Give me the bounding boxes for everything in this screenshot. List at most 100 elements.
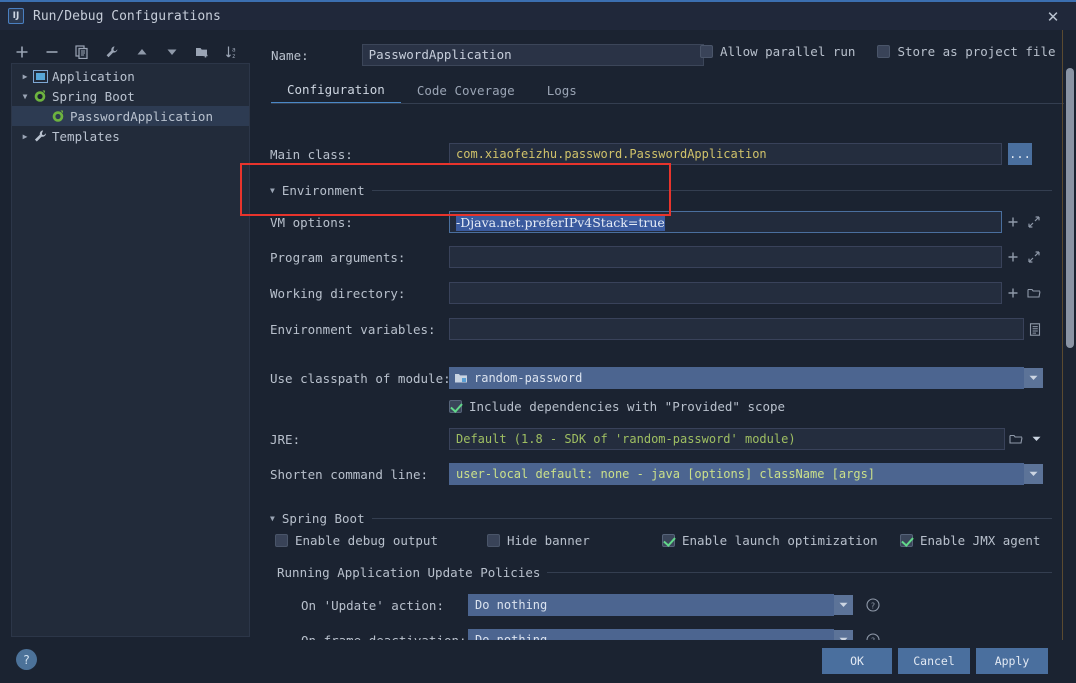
ok-button[interactable]: OK (822, 648, 892, 674)
hide-banner-checkbox[interactable]: Hide banner (487, 533, 662, 548)
shorten-command-line-row: Shorten command line: user-local default… (259, 463, 1052, 485)
arrow-down-icon[interactable] (163, 43, 181, 61)
tabs-divider (271, 103, 1064, 104)
program-arguments-actions (1002, 246, 1044, 268)
module-icon (454, 372, 468, 384)
vm-options-row: VM options: -Djava.net.preferIPv4Stack=t… (259, 211, 1052, 233)
cancel-button[interactable]: Cancel (898, 648, 970, 674)
run-debug-configurations-dialog: IJ Run/Debug Configurations ✕ a z ▶ Appl… (0, 0, 1076, 683)
intellij-idea-icon: IJ (8, 8, 24, 24)
chevron-down-icon[interactable]: ▼ (270, 186, 275, 195)
chevron-down-icon[interactable] (1024, 368, 1043, 388)
environment-section-label: Environment (281, 183, 365, 198)
close-icon[interactable]: ✕ (1030, 2, 1076, 32)
folder-icon[interactable] (1023, 282, 1044, 304)
on-update-action-combo[interactable]: Do nothing (468, 594, 834, 616)
spring-boot-icon (32, 88, 48, 104)
checkbox-box (877, 45, 891, 58)
main-class-browse-button[interactable]: ... (1008, 143, 1032, 165)
panel-divider (1062, 30, 1063, 640)
vm-options-value: -Djava.net.preferIPv4Stack=true (456, 213, 665, 231)
spring-boot-options-row: Enable debug output Hide banner Enable l… (275, 533, 1052, 548)
shorten-command-line-combo[interactable]: user-local default: none - java [options… (449, 463, 1024, 485)
main-class-value: com.xiaofeizhu.password.PasswordApplicat… (456, 147, 767, 161)
expand-icon[interactable] (1023, 246, 1044, 268)
on-update-action-row: On 'Update' action: Do nothing ? (259, 594, 1052, 616)
tree-item-label: Spring Boot (52, 88, 135, 104)
vm-options-input[interactable]: -Djava.net.preferIPv4Stack=true (449, 211, 1002, 233)
store-as-project-file-label: Store as project file (897, 44, 1056, 59)
enable-jmx-agent-checkbox[interactable]: Enable JMX agent (900, 533, 1040, 548)
vertical-scrollbar[interactable] (1064, 30, 1076, 640)
section-divider (371, 190, 1052, 191)
checkbox-box (449, 400, 462, 413)
enable-debug-output-checkbox[interactable]: Enable debug output (275, 533, 487, 548)
arrow-up-icon[interactable] (133, 43, 151, 61)
program-arguments-label: Program arguments: (270, 249, 406, 265)
help-circle-icon[interactable]: ? (16, 649, 37, 670)
macro-insert-icon[interactable] (1002, 246, 1023, 268)
scrollbar-thumb[interactable] (1066, 68, 1074, 348)
copy-icon[interactable] (73, 43, 91, 61)
plus-icon[interactable] (13, 43, 31, 61)
program-arguments-input[interactable] (449, 246, 1002, 268)
name-input[interactable]: PasswordApplication (361, 44, 704, 66)
tree-item-passwordapplication[interactable]: ▶ PasswordApplication (12, 106, 249, 126)
tree-item-label: PasswordApplication (70, 108, 213, 124)
working-directory-input[interactable] (449, 282, 1002, 304)
environment-section-header: ▼ Environment (270, 183, 1052, 198)
include-provided-scope-checkbox[interactable]: Include dependencies with "Provided" sco… (449, 399, 785, 414)
macro-insert-icon[interactable] (1002, 282, 1023, 304)
checkbox-box (700, 45, 713, 58)
chevron-down-icon[interactable] (1024, 464, 1043, 484)
use-classpath-of-module-combo[interactable]: random-password (449, 367, 1024, 389)
allow-parallel-run-checkbox[interactable]: Allow parallel run (700, 44, 855, 59)
help-circle-icon[interactable]: ? (862, 594, 883, 616)
macro-insert-icon[interactable] (1002, 211, 1023, 233)
chevron-right-icon[interactable]: ▶ (18, 72, 32, 81)
chevron-down-icon[interactable] (1027, 429, 1046, 449)
chevron-down-icon[interactable]: ▼ (270, 514, 275, 523)
vm-options-label: VM options: (270, 214, 353, 230)
environment-variables-input[interactable] (449, 318, 1024, 340)
sort-az-icon[interactable]: az (223, 43, 241, 61)
jre-combo[interactable]: Default (1.8 - SDK of 'random-password' … (449, 428, 1005, 450)
configurations-tree[interactable]: ▶ Application ▼ Spring Boot ▶ P (11, 63, 250, 637)
store-as-project-file-checkbox[interactable]: Store as project file (877, 44, 1076, 59)
list-edit-icon[interactable] (1024, 318, 1045, 340)
configurations-panel: az ▶ Application ▼ Spring Boot PasswordA… (0, 30, 250, 640)
tree-item-spring-boot[interactable]: ▼ Spring Boot (12, 86, 249, 106)
program-arguments-row: Program arguments: (259, 246, 1052, 268)
wrench-icon (32, 128, 48, 144)
spring-boot-icon (50, 108, 66, 124)
chevron-down-icon[interactable] (834, 595, 853, 615)
tab-code-coverage[interactable]: Code Coverage (401, 77, 531, 104)
enable-launch-optimization-checkbox[interactable]: Enable launch optimization (662, 533, 900, 548)
chevron-down-icon[interactable]: ▼ (18, 92, 32, 101)
include-provided-scope-label: Include dependencies with "Provided" sco… (469, 399, 786, 414)
on-update-action-label: On 'Update' action: (301, 597, 444, 613)
wrench-icon[interactable] (103, 43, 121, 61)
include-provided-scope-row: Include dependencies with "Provided" sco… (259, 399, 1052, 414)
chevron-right-icon[interactable]: ▶ (18, 132, 32, 141)
update-policies-label: Running Application Update Policies (277, 565, 541, 580)
jre-label: JRE: (270, 431, 301, 447)
section-divider (547, 572, 1052, 573)
folder-icon[interactable] (1005, 428, 1027, 450)
allow-parallel-run-label: Allow parallel run (720, 44, 856, 59)
use-classpath-of-module-value: random-password (474, 371, 583, 385)
tab-logs[interactable]: Logs (531, 77, 593, 104)
folder-add-icon[interactable] (193, 43, 211, 61)
expand-icon[interactable] (1023, 211, 1044, 233)
tree-item-templates[interactable]: ▶ Templates (12, 126, 249, 146)
tab-configuration[interactable]: Configuration (271, 77, 401, 104)
enable-jmx-agent-label: Enable JMX agent (920, 533, 1041, 548)
dialog-button-bar: ? OK Cancel Apply https://blog.csdn.net/… (0, 640, 1076, 683)
main-class-input[interactable]: com.xiaofeizhu.password.PasswordApplicat… (449, 143, 1002, 165)
shorten-command-line-label: Shorten command line: (270, 466, 429, 482)
apply-button[interactable]: Apply (976, 648, 1048, 674)
configuration-form: Main class: com.xiaofeizhu.password.Pass… (259, 110, 1052, 651)
section-divider (371, 518, 1052, 519)
tree-item-application[interactable]: ▶ Application (12, 66, 249, 86)
minus-icon[interactable] (43, 43, 61, 61)
